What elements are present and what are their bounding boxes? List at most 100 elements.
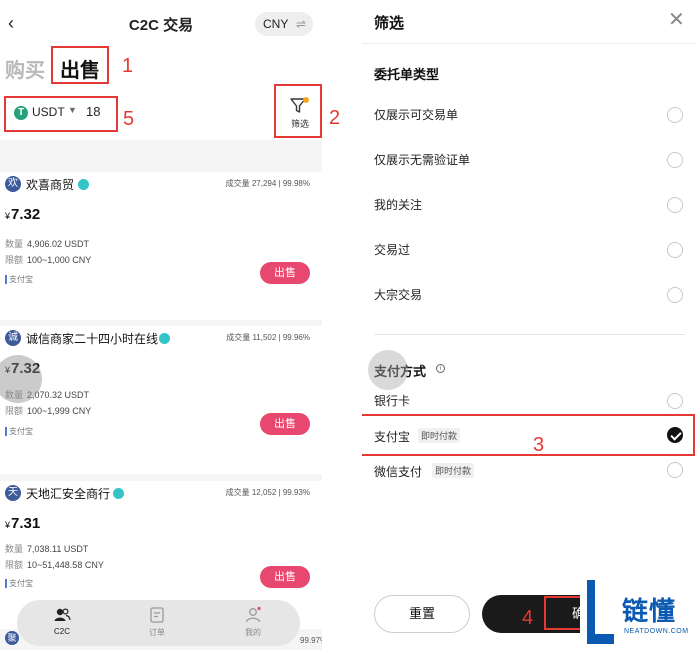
section-title-order-type: 委托单类型	[374, 67, 440, 82]
quantity-label: 数量	[5, 544, 24, 554]
nav-orders[interactable]: 订单	[137, 606, 177, 638]
ad-card: 诚 诚信商家二十四小时在线 成交量 11,502 | 99.96% ¥7.32 …	[0, 326, 322, 474]
option-traded-before[interactable]: 交易过	[374, 241, 410, 258]
option-tradable-only[interactable]: 仅展示可交易单	[374, 106, 458, 123]
radio-no-verification[interactable]	[667, 152, 683, 168]
verified-badge-icon	[113, 488, 124, 499]
filter-header: 筛选 ✕	[362, 0, 697, 44]
annotation-number: 3	[533, 434, 545, 456]
limit-value: 100~1,999 CNY	[27, 406, 92, 416]
swap-icon: ⇌	[295, 17, 306, 31]
completion-rate: 99.97%	[300, 636, 322, 645]
radio-bank-card[interactable]	[667, 393, 683, 409]
users-icon	[54, 608, 71, 621]
watermark-logo: 链懂 NEATDOWN.COM	[580, 575, 697, 650]
currency-switch[interactable]: CNY ⇌	[255, 12, 313, 36]
touch-indicator	[368, 350, 408, 390]
tab-buy[interactable]: 购买	[5, 54, 45, 83]
completion-rate: 99.98%	[282, 179, 310, 188]
filter-title: 筛选	[374, 15, 405, 32]
reset-button[interactable]: 重置	[374, 595, 470, 633]
merchant-name[interactable]: 欢喜商贸	[26, 176, 74, 193]
bottom-nav: C2C 订单 我的	[17, 600, 300, 646]
option-bulk-trade[interactable]: 大宗交易	[374, 286, 422, 303]
limit-row: 限额 10~51,448.58 CNY	[5, 558, 104, 571]
nav-label: C2C	[53, 627, 70, 636]
annotation-number: 4	[522, 607, 534, 629]
ad-card: 欢 欢喜商贸 成交量 27,294 | 99.98% ¥7.32 数量 4,906…	[0, 172, 322, 320]
annotation-number: 1	[122, 55, 134, 77]
option-wechat-pay[interactable]: 微信支付	[374, 463, 422, 480]
merchant-avatar: 聚	[5, 631, 19, 645]
completion-rate: 99.96%	[282, 333, 310, 342]
instant-pay-tag: 即时付款	[432, 463, 475, 478]
option-bank-card[interactable]: 银行卡	[374, 392, 410, 409]
top-bar: ‹ C2C 交易 CNY ⇌	[0, 0, 322, 46]
limit-label: 限额	[5, 255, 24, 265]
radio-traded-before[interactable]	[667, 242, 683, 258]
price-value: 7.31	[11, 515, 41, 532]
payment-method: 支付宝	[5, 275, 33, 284]
completion-rate: 99.93%	[282, 488, 310, 497]
merchant-avatar: 欢	[5, 176, 21, 192]
nav-label: 我的	[245, 628, 261, 637]
info-icon[interactable]: i	[436, 364, 445, 373]
sell-button[interactable]: 出售	[260, 262, 310, 284]
volume-label: 成交量	[225, 179, 250, 188]
close-icon[interactable]: ✕	[668, 10, 685, 30]
divider	[374, 334, 685, 335]
volume-value: 27,294	[251, 179, 277, 188]
verified-badge-icon	[159, 333, 170, 344]
volume-value: 12,052	[251, 488, 277, 497]
profile-icon	[245, 606, 261, 623]
nav-c2c[interactable]: C2C	[42, 606, 82, 636]
sell-button[interactable]: 出售	[260, 566, 310, 588]
limit-label: 限额	[5, 560, 24, 570]
limit-label: 限额	[5, 406, 24, 416]
price: ¥7.32	[5, 206, 40, 223]
logo-name: 链懂	[622, 596, 677, 626]
merchant-name[interactable]: 天地汇安全商行	[26, 485, 110, 502]
limit-row: 限额 100~1,000 CNY	[5, 253, 91, 266]
merchant-avatar: 天	[5, 485, 21, 501]
quantity-row: 数量 7,038.11 USDT	[5, 542, 88, 555]
currency-symbol: ¥	[5, 211, 11, 221]
nav-profile[interactable]: 我的	[233, 606, 273, 638]
radio-tradable-only[interactable]	[667, 107, 683, 123]
trade-stats: 成交量 11,502 | 99.96%	[226, 333, 310, 342]
quantity-value: 4,906.02 USDT	[27, 239, 90, 249]
order-icon	[150, 607, 164, 623]
quantity-label: 数量	[5, 239, 24, 249]
c2c-screen: ‹ C2C 交易 CNY ⇌ 购买 出售 T USDT ▼ 18 筛选 欢 欢喜…	[0, 0, 322, 650]
radio-my-follows[interactable]	[667, 197, 683, 213]
logo-mark-icon	[587, 580, 614, 644]
price: ¥7.31	[5, 515, 40, 532]
highlight-box-sell-tab	[51, 46, 109, 84]
price-value: 7.32	[11, 206, 41, 223]
radio-bulk-trade[interactable]	[667, 287, 683, 303]
trade-stats: 成交量 12,052 | 99.93%	[225, 488, 310, 497]
nav-label: 订单	[149, 628, 165, 637]
currency-symbol: ¥	[5, 520, 11, 530]
verified-badge-icon	[78, 179, 89, 190]
merchant-name[interactable]: 诚信商家二十四小时在线	[26, 330, 158, 347]
limit-value: 100~1,000 CNY	[27, 255, 92, 265]
merchant-avatar: 诚	[5, 330, 21, 346]
sell-button[interactable]: 出售	[260, 413, 310, 435]
currency-label: CNY	[263, 17, 289, 31]
payment-method: 支付宝	[5, 579, 33, 588]
highlight-box-confirm	[544, 596, 584, 630]
trade-stats: 成交量 27,294 | 99.98%	[225, 179, 310, 188]
highlight-box-alipay	[362, 414, 695, 456]
limit-row: 限额 100~1,999 CNY	[5, 404, 91, 417]
annotation-number: 5	[123, 108, 135, 130]
logo-domain: NEATDOWN.COM	[624, 628, 689, 635]
annotation-number: 2	[329, 107, 341, 129]
limit-value: 10~51,448.58 CNY	[27, 560, 104, 570]
option-no-verification[interactable]: 仅展示无需验证单	[374, 151, 470, 168]
volume-label: 成交量	[226, 333, 251, 342]
payment-method: 支付宝	[5, 427, 33, 436]
volume-label: 成交量	[225, 488, 250, 497]
radio-wechat-pay[interactable]	[667, 462, 683, 478]
option-my-follows[interactable]: 我的关注	[374, 196, 422, 213]
